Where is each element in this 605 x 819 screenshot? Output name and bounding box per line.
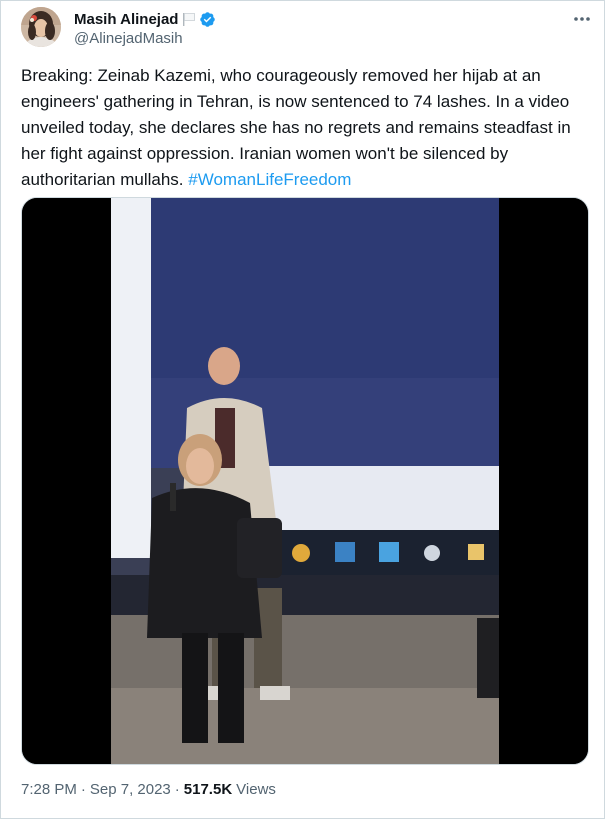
author-display-name[interactable]: Masih Alinejad <box>74 11 178 28</box>
tweet-header: Masih Alinejad @AlinejadMasih <box>21 7 591 51</box>
more-options-button[interactable] <box>569 9 595 29</box>
meta-separator: · <box>80 780 86 798</box>
tweet-date[interactable]: Sep 7, 2023 <box>90 781 171 798</box>
views-count: 517.5K <box>183 780 233 798</box>
author-handle[interactable]: @AlinejadMasih <box>74 30 216 47</box>
author-avatar[interactable] <box>21 7 61 47</box>
meta-separator-2: · <box>174 780 180 798</box>
tweet-time[interactable]: 7:28 PM <box>21 781 77 798</box>
author-name-row: Masih Alinejad <box>74 9 216 29</box>
white-flag-icon <box>182 12 196 26</box>
tweet-card: Masih Alinejad @AlinejadMasih Breaking: … <box>0 0 605 819</box>
tweet-meta: 7:28 PM · Sep 7, 2023 · 517.5K Views <box>21 779 276 799</box>
avatar-image <box>21 7 61 47</box>
ellipsis-icon <box>574 17 590 21</box>
tweet-body: Breaking: Zeinab Kazemi, who courageousl… <box>21 63 591 193</box>
hashtag-link[interactable]: #WomanLifeFreedom <box>188 170 351 189</box>
verified-icon[interactable] <box>199 11 216 28</box>
author-info: Masih Alinejad @AlinejadMasih <box>74 9 216 47</box>
views-label: Views <box>236 780 276 798</box>
video-frame <box>22 198 588 764</box>
video-player[interactable] <box>21 197 589 765</box>
